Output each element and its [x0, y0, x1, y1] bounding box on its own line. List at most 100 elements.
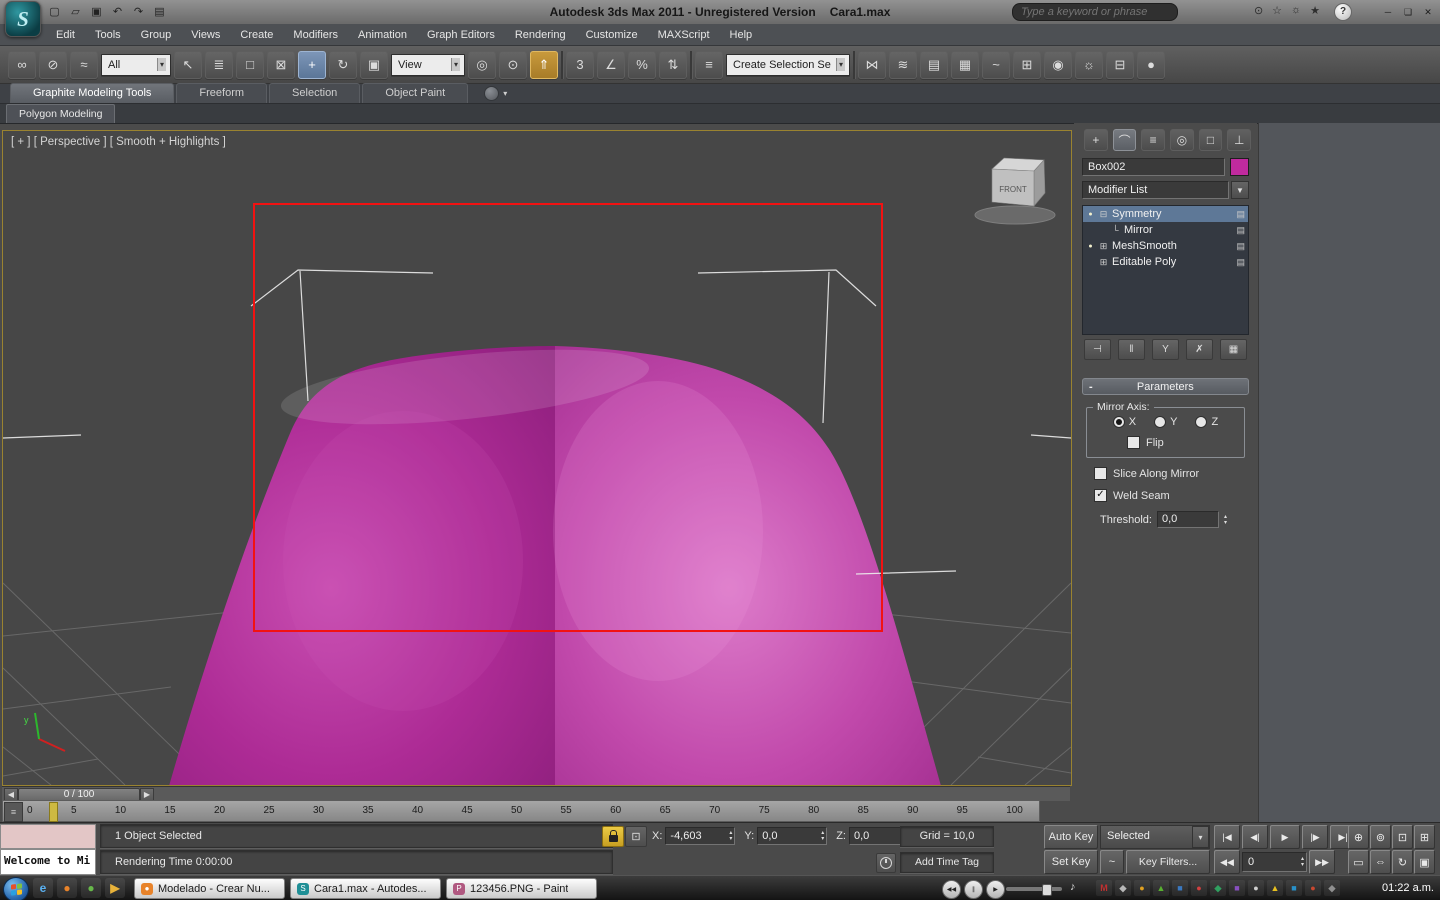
add-time-tag-button[interactable]: Add Time Tag: [900, 852, 994, 873]
tray-icon[interactable]: ◆: [1324, 880, 1340, 896]
symmetry-mesh-object[interactable]: [169, 336, 941, 785]
current-frame-field[interactable]: 0 ▴ ▾: [1242, 852, 1307, 872]
stack-row-mirror[interactable]: └ Mirror ▤: [1083, 222, 1248, 238]
mirror-axis-z-radio[interactable]: Z: [1195, 416, 1218, 428]
menu-item[interactable]: Modifiers: [283, 24, 348, 46]
tray-icon[interactable]: ●: [1191, 880, 1207, 896]
menu-item[interactable]: Group: [131, 24, 182, 46]
tab-selection[interactable]: Selection: [269, 83, 361, 103]
toolbar-icon[interactable]: [853, 50, 855, 79]
flip-checkbox[interactable]: Flip: [1127, 436, 1238, 449]
selection-filter-dropdown[interactable]: All: [101, 53, 171, 76]
expand-icon[interactable]: ⊞: [1098, 257, 1109, 268]
zoom-extents-all-button[interactable]: ⊞: [1414, 825, 1435, 849]
absolute-offset-toggle-button[interactable]: ⊡: [625, 826, 647, 847]
modifier-list-arrow-icon[interactable]: ▼: [1231, 181, 1249, 199]
threshold-field[interactable]: 0,0: [1156, 511, 1219, 528]
mirror-axis-y-radio[interactable]: Y: [1154, 416, 1177, 428]
hierarchy-tab-icon[interactable]: ≡: [1141, 129, 1166, 151]
unlink-selection-icon[interactable]: ⊘: [39, 50, 67, 79]
modifier-enable-bulb-icon[interactable]: ●: [1086, 243, 1095, 250]
edit-named-selection-sets-icon[interactable]: ≡: [695, 50, 723, 79]
render-setup-icon[interactable]: ☼: [1075, 50, 1103, 79]
material-editor-icon[interactable]: ◉: [1044, 50, 1072, 79]
x-coordinate-field[interactable]: X: -4,603 ▴ ▾: [652, 827, 736, 845]
toolbar-icon[interactable]: [561, 50, 563, 79]
tray-icon[interactable]: ●: [1305, 880, 1321, 896]
tray-icon[interactable]: ▲: [1153, 880, 1169, 896]
tray-icon[interactable]: M: [1096, 880, 1112, 896]
zoom-extents-button[interactable]: ⊡: [1392, 825, 1413, 849]
maximize-viewport-toggle-button[interactable]: ▣: [1414, 850, 1435, 874]
undo-icon[interactable]: ↶: [109, 3, 126, 20]
add-time-tag-icon[interactable]: [876, 853, 896, 873]
track-bar[interactable]: ≡ 0 5 10 15 20 25 30 35 40 45 50 55 60 65 70 75 80 85 90 95…: [2, 800, 1040, 822]
toolbar-icon[interactable]: [690, 50, 692, 79]
next-frame-button[interactable]: |▶: [1302, 825, 1328, 849]
keyboard-shortcut-override-icon[interactable]: ⇑: [530, 50, 558, 79]
rectangular-selection-region-icon[interactable]: □: [236, 50, 264, 79]
viewport-label[interactable]: [ + ] [ Perspective ] [ Smooth + Highlig…: [11, 136, 226, 148]
render-production-icon[interactable]: ●: [1137, 50, 1165, 79]
modifier-display-icon[interactable]: ▤: [1236, 225, 1245, 236]
new-scene-icon[interactable]: ▢: [46, 3, 63, 20]
volume-knob[interactable]: [1042, 884, 1052, 896]
messenger-icon[interactable]: ●: [81, 878, 101, 898]
expand-icon[interactable]: └: [1110, 225, 1121, 235]
new-key-default-inout-button[interactable]: ~: [1100, 850, 1124, 874]
zoom-region-button[interactable]: ▭: [1348, 850, 1369, 874]
key-mode-toggle-button[interactable]: ◀◀: [1214, 850, 1240, 874]
tray-icon[interactable]: ■: [1286, 880, 1302, 896]
mirror-axis-x-radio[interactable]: X: [1112, 416, 1136, 428]
window-crossing-toggle-icon[interactable]: ⊠: [267, 50, 295, 79]
slice-along-mirror-checkbox[interactable]: Slice Along Mirror: [1094, 467, 1249, 480]
menu-item[interactable]: Graph Editors: [417, 24, 505, 46]
favorites-icon[interactable]: ★: [1310, 4, 1320, 17]
expand-icon[interactable]: ⊟: [1098, 209, 1109, 220]
redo-icon[interactable]: ↷: [130, 3, 147, 20]
internet-explorer-icon[interactable]: e: [33, 878, 53, 898]
layer-manager-icon[interactable]: ▤: [920, 50, 948, 79]
maxscript-listener-pane[interactable]: Welcome to Mi: [0, 849, 96, 875]
stack-row-symmetry[interactable]: ● ⊟ Symmetry ▤: [1083, 206, 1248, 222]
object-name-field[interactable]: Box002: [1082, 158, 1225, 176]
modify-tab-icon[interactable]: ⌒: [1112, 129, 1137, 151]
threshold-spinner[interactable]: ▴ ▾: [1224, 514, 1227, 526]
menu-item[interactable]: Create: [230, 24, 283, 46]
dropdown-arrow-icon[interactable]: ▾: [1192, 826, 1209, 848]
configure-modifier-sets-button[interactable]: ▦: [1220, 339, 1247, 360]
menu-item[interactable]: Customize: [576, 24, 648, 46]
motion-tab-icon[interactable]: ◎: [1170, 129, 1194, 151]
tray-icon[interactable]: ■: [1172, 880, 1188, 896]
restore-button[interactable]: ❏: [1400, 5, 1416, 19]
taskbar-clock[interactable]: 01:22 a.m.: [1382, 876, 1434, 900]
open-mini-curve-editor-button[interactable]: ≡: [4, 802, 23, 822]
task-button-firefox[interactable]: ● Modelado - Crear Nu...: [134, 878, 285, 899]
expand-icon[interactable]: ⊞: [1098, 241, 1109, 252]
menu-item[interactable]: Views: [181, 24, 230, 46]
named-selection-sets-dropdown[interactable]: Create Selection Se: [726, 53, 850, 76]
auto-key-button[interactable]: Auto Key: [1044, 825, 1098, 849]
play-button[interactable]: ▶: [1270, 825, 1300, 849]
align-icon[interactable]: ≋: [889, 50, 917, 79]
zoom-button[interactable]: ⊕: [1348, 825, 1369, 849]
select-object-icon[interactable]: ↖: [174, 50, 202, 79]
selection-lock-toggle-button[interactable]: [602, 826, 624, 847]
maxscript-macro-recorder-pane[interactable]: [0, 824, 96, 849]
zoom-all-button[interactable]: ⊚: [1370, 825, 1391, 849]
selection-set-dropdown[interactable]: Selected ▾: [1100, 825, 1210, 849]
tab-object-paint[interactable]: Object Paint: [362, 83, 469, 103]
modifier-display-icon[interactable]: ▤: [1236, 209, 1245, 220]
tab-freeform[interactable]: Freeform: [176, 83, 268, 103]
infocenter-search-input[interactable]: [1012, 3, 1178, 21]
select-and-rotate-icon[interactable]: ↻: [329, 50, 357, 79]
tray-icon[interactable]: ◆: [1210, 880, 1226, 896]
select-and-manipulate-icon[interactable]: ⊙: [499, 50, 527, 79]
percent-snap-icon[interactable]: %: [628, 50, 656, 79]
viewcube[interactable]: FRONT: [974, 157, 1056, 225]
bind-to-space-warp-icon[interactable]: ≈: [70, 50, 98, 79]
task-button-paint[interactable]: P 123456.PNG - Paint: [446, 878, 597, 899]
create-tab-icon[interactable]: +: [1084, 129, 1108, 151]
reference-coordinate-dropdown[interactable]: View: [391, 53, 465, 76]
tray-icon[interactable]: ■: [1229, 880, 1245, 896]
